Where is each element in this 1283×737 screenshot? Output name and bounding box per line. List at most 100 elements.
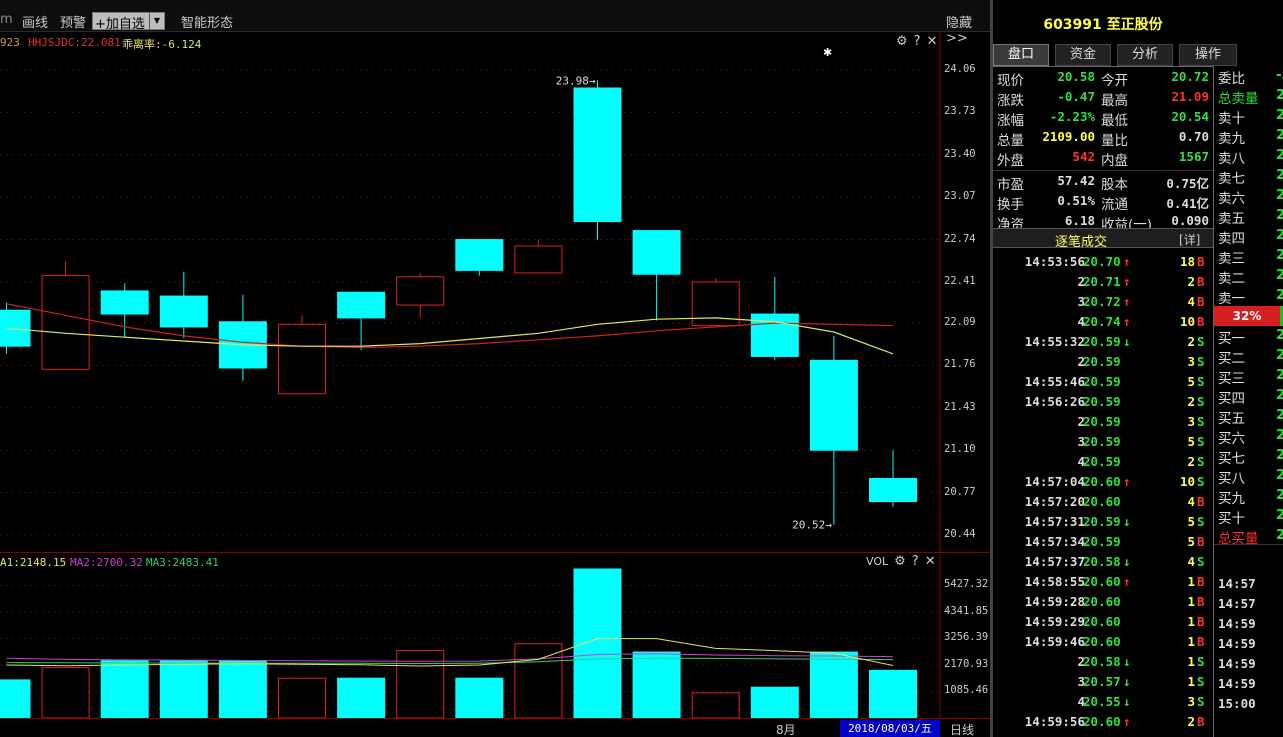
candle-body [869, 477, 917, 503]
tick-row[interactable]: 14:53:56 20.70 ↑ 18 B [993, 254, 1213, 274]
smart-pattern-button[interactable]: 智能形态 [181, 12, 233, 31]
candle-body [809, 359, 858, 451]
price-tick-label: 24.06 [944, 63, 976, 75]
vol-indicator-ma2: MA2:2700.32 [70, 556, 143, 569]
ticks-detail-button[interactable]: [详] [1179, 231, 1200, 248]
arrow-down-icon: ↓ [1123, 514, 1131, 529]
tick-time: 14:58:55 [1024, 574, 1085, 589]
tab-trade[interactable]: 操作 [1179, 44, 1237, 66]
order-row: 卖八 2 [1218, 147, 1283, 167]
order-label: 总卖量 [1218, 91, 1259, 107]
tick-volume: 1 [1187, 594, 1195, 609]
candle-body [396, 276, 445, 306]
candle [750, 276, 799, 361]
tick-row[interactable]: 4 20.59 2 S [993, 454, 1213, 474]
gear-icon[interactable]: ⚙ [894, 554, 906, 569]
tick-volume: 18 [1179, 254, 1195, 269]
close-icon[interactable]: ✕ [925, 554, 936, 569]
tick-row[interactable]: 14:57:31 20.59 ↓ 5 S [993, 514, 1213, 534]
quote-value: 20.72 [1171, 69, 1209, 84]
ticks-title: 逐笔成交 [1055, 235, 1108, 250]
tick-row[interactable]: 14:59:29 20.60 1 B [993, 614, 1213, 634]
tick-side: B [1197, 294, 1205, 309]
tick-time: 14:57:34 [1024, 534, 1085, 549]
candle [869, 450, 917, 507]
tick-time: 14:57:20 [1024, 494, 1085, 509]
tick-list[interactable]: 14:53:56 20.70 ↑ 18 B 2 20.71 ↑ 2 B 3 20.72 ↑ 4 B 4 20.7… [993, 254, 1213, 737]
tab-funds[interactable]: 资金 [1055, 44, 1111, 66]
price-tick-label: 23.07 [944, 190, 976, 202]
draw-line-button[interactable]: 画线 [22, 12, 48, 31]
tick-time: 14:55:32 [1024, 334, 1085, 349]
tick-row[interactable]: 14:59:28 20.60 1 B [993, 594, 1213, 614]
tab-order-book[interactable]: 盘口 [993, 44, 1049, 66]
tick-row[interactable]: 2 20.59 3 S [993, 414, 1213, 434]
price-tick-label: 22.74 [944, 233, 976, 245]
order-label: 买一 [1218, 331, 1245, 347]
tick-row[interactable]: 3 20.59 5 S [993, 434, 1213, 454]
quote-value: 20.58 [1057, 69, 1095, 84]
order-value: 2 [1276, 467, 1283, 483]
ticks-header: 逐笔成交 [详] [993, 228, 1213, 250]
help-icon[interactable]: ? [912, 554, 919, 569]
period-button[interactable]: 日线 [950, 721, 974, 737]
order-label: 卖十 [1218, 111, 1245, 127]
stock-title: 603991 至正股份 [993, 14, 1213, 34]
tick-price: 20.59 [1083, 394, 1121, 409]
tick-time: 14:59:46 [1024, 634, 1085, 649]
candle-body [0, 309, 31, 347]
tick-row[interactable]: 2 20.59 3 S [993, 354, 1213, 374]
tick-row[interactable]: 14:55:32 20.59 ↓ 2 S [993, 334, 1213, 354]
quote-label: 内盘 [1101, 153, 1128, 169]
tick-row[interactable]: 3 20.57 ↓ 1 S [993, 674, 1213, 694]
tick-row[interactable]: 14:59:56 20.60 ↑ 2 B [993, 714, 1213, 734]
tick-row[interactable]: 14:57:37 20.58 ↓ 4 S [993, 554, 1213, 574]
tick-row[interactable]: 14:57:20 20.60 4 B [993, 494, 1213, 514]
tick-row[interactable]: 14:57:04 20.60 ↑ 10 S [993, 474, 1213, 494]
price-tick-label: 22.41 [944, 275, 976, 287]
help-icon[interactable]: ? [914, 34, 921, 49]
gear-icon[interactable]: ⚙ [896, 34, 908, 49]
order-label: 卖一 [1218, 291, 1245, 307]
tick-volume: 5 [1187, 534, 1195, 549]
add-watchlist-button[interactable]: +加自选 ▼ [92, 12, 165, 32]
tick-side: B [1197, 594, 1205, 609]
tick-row[interactable]: 14:58:55 20.60 ↑ 1 B [993, 574, 1213, 594]
close-icon[interactable]: ✕ [927, 34, 938, 49]
toolbar-cut-item[interactable]: m [0, 12, 13, 27]
tick-row[interactable]: 3 20.72 ↑ 4 B [993, 294, 1213, 314]
price-tick-label: 20.77 [944, 486, 976, 498]
quote-value: 0.70 [1178, 129, 1209, 144]
tick-row[interactable]: 2 20.71 ↑ 2 B [993, 274, 1213, 294]
arrow-down-icon: ↓ [1123, 334, 1131, 349]
tick-volume: 3 [1187, 354, 1195, 369]
tick-row[interactable]: 14:59:46 20.60 1 B [993, 634, 1213, 654]
tab-analysis[interactable]: 分析 [1117, 44, 1173, 66]
order-row: 卖七 2 [1218, 167, 1283, 187]
tick-row[interactable]: 4 20.55 ↓ 3 S [993, 694, 1213, 714]
volume-bar [396, 650, 445, 719]
order-value: 2 [1276, 387, 1283, 403]
tick-row[interactable]: 14:56:26 20.59 2 S [993, 394, 1213, 414]
tick-row[interactable]: 4 20.74 ↑ 10 B [993, 314, 1213, 334]
order-label: 卖二 [1218, 271, 1245, 287]
tick-volume: 2 [1187, 334, 1195, 349]
arrow-down-icon: ↓ [1123, 554, 1131, 569]
tick-volume: 1 [1187, 634, 1195, 649]
tick-volume: 2 [1187, 274, 1195, 289]
candlestick-chart[interactable]: 23.98→ 20.52→ 923 HHJSJDC:22.081 乖离率:-6.1… [0, 32, 992, 552]
volume-bar [0, 679, 31, 719]
alert-button[interactable]: 预警 [60, 12, 86, 31]
tick-side: B [1197, 714, 1205, 729]
order-label: 买三 [1218, 371, 1245, 387]
order-value: 2 [1276, 407, 1283, 423]
order-value: 2 [1276, 127, 1283, 143]
tick-volume: 1 [1187, 654, 1195, 669]
tick-row[interactable]: 14:55:46 20.59 5 S [993, 374, 1213, 394]
chevron-down-icon[interactable]: ▼ [149, 13, 164, 29]
tick-row[interactable]: 14:57:34 20.59 5 B [993, 534, 1213, 554]
tick-time: 14:55:46 [1024, 374, 1085, 389]
volume-chart[interactable]: A1:2148.15 MA2:2700.32 MA3:2483.41 VOL ⚙?… [0, 552, 992, 719]
volume-bar [41, 666, 90, 719]
tick-row[interactable]: 2 20.58 ↓ 1 S [993, 654, 1213, 674]
